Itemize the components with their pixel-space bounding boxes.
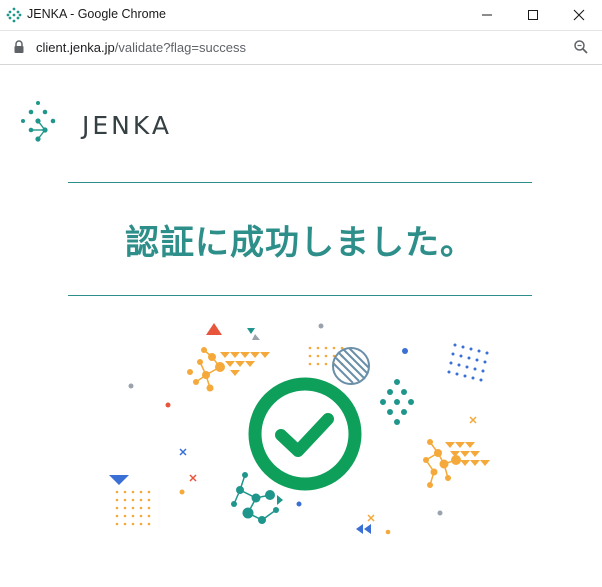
window-title: JENKA - Google Chrome (27, 7, 166, 21)
page-content: JENKA 認証に成功しました。 (0, 65, 602, 587)
divider-top (68, 182, 532, 183)
checkmark-circle-icon (248, 377, 362, 491)
lock-icon[interactable] (13, 40, 25, 54)
logo-text: JENKA (82, 111, 172, 140)
maximize-icon (528, 10, 538, 20)
zoom-icon[interactable] (573, 39, 589, 55)
url-path: /validate?flag=success (114, 40, 246, 55)
jenka-logo[interactable]: JENKA (20, 100, 180, 150)
maximize-button[interactable] (510, 0, 556, 30)
jenka-app-icon (6, 7, 22, 23)
success-illustration (100, 320, 510, 550)
minimize-button[interactable] (464, 0, 510, 30)
url-text[interactable]: client.jenka.jp/validate?flag=success (36, 40, 246, 55)
logo-mark-icon (21, 101, 56, 142)
url-host: client.jenka.jp (36, 40, 115, 55)
close-button[interactable] (556, 0, 602, 30)
address-bar[interactable]: client.jenka.jp/validate?flag=success (0, 31, 602, 65)
window-title-bar: JENKA - Google Chrome (0, 0, 602, 31)
minimize-icon (482, 14, 492, 16)
divider-bottom (68, 295, 532, 296)
success-message: 認証に成功しました。 (125, 223, 475, 263)
close-icon (573, 9, 585, 21)
